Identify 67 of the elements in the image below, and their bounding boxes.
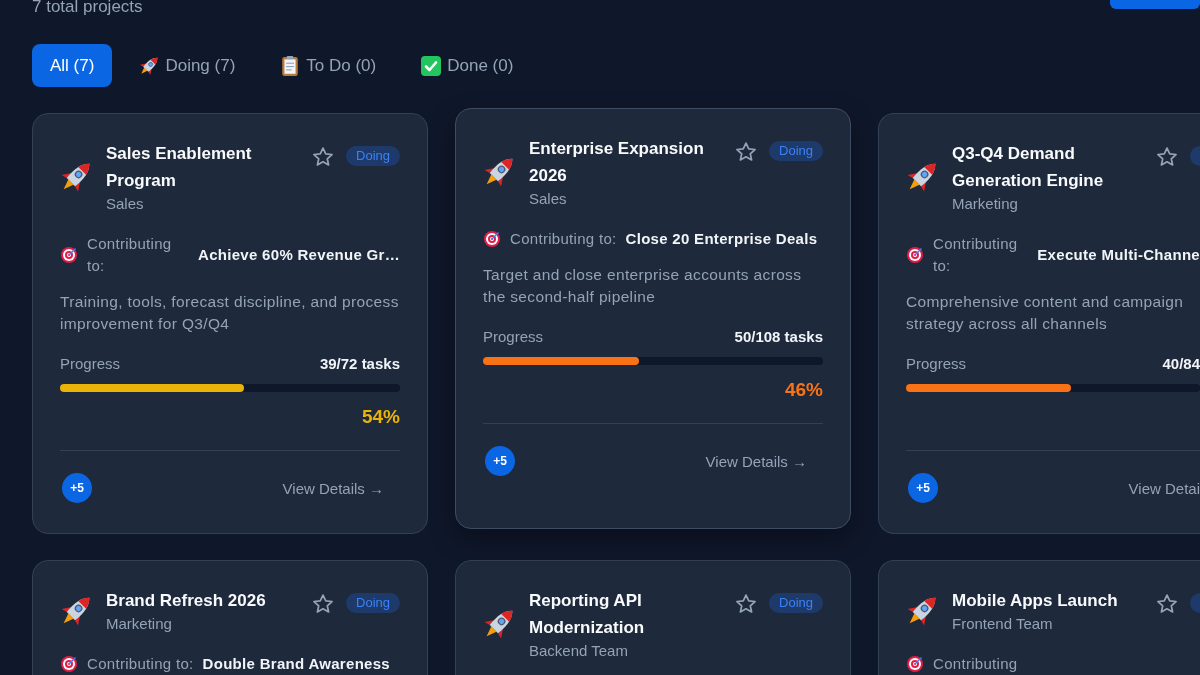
member-count: +5 (62, 473, 92, 503)
project-category: Backend Team (529, 641, 629, 661)
progress-label: Progress (60, 354, 121, 374)
project-category: Sales (106, 194, 145, 214)
goal-name: Double Brand Awareness (202, 654, 391, 674)
contribution-label: Contributing (933, 654, 1018, 674)
project-description: Target and close enterprise accounts across the second-half pipeline (483, 265, 803, 307)
project-title: Mobile Apps Launch (952, 590, 1119, 612)
status-badge: Doing (346, 593, 400, 613)
project-category: Marketing (952, 194, 1019, 214)
project-description: Training, tools, forecast discipline, and process improvement for Q3/Q4 (60, 292, 400, 334)
contribution-label: Contributing to: (87, 654, 194, 674)
star-icon[interactable] (736, 593, 757, 613)
rocket-icon (483, 156, 515, 188)
status-badge: Doing (346, 146, 400, 166)
star-icon[interactable] (736, 141, 757, 161)
target-icon (906, 246, 924, 264)
rocket-icon (60, 161, 92, 193)
rocket-icon (139, 55, 160, 76)
target-icon (483, 230, 501, 248)
project-title: Reporting API Modernization (529, 590, 646, 639)
progress-label: Progress (906, 354, 967, 374)
view-details-link[interactable]: View Details → (266, 473, 400, 503)
project-title: Enterprise Expansion 2026 (529, 138, 705, 187)
member-count: +5 (485, 446, 515, 476)
goal-name: Close 20 Enterprise Deals (625, 229, 818, 249)
star-icon[interactable] (313, 146, 334, 166)
project-category: Frontend Team (952, 614, 1054, 634)
filter-tab[interactable]: Done (0) (403, 44, 532, 87)
project-title: Brand Refresh 2026 (106, 590, 267, 612)
task-count: 39/72 tasks (319, 354, 400, 374)
target-icon (60, 655, 78, 673)
goal-name: Achieve 60% Revenue Gr… (198, 245, 400, 265)
filter-tab[interactable]: To Do (0) (262, 44, 395, 87)
star-icon[interactable] (1157, 146, 1177, 166)
status-badge: Doing (769, 141, 823, 161)
status-badge (1190, 593, 1200, 613)
contribution-label: Contributing to: (87, 234, 173, 276)
project-title: Sales Enablement Program (106, 143, 253, 192)
rocket-icon (483, 608, 515, 640)
project-description: Comprehensive content and campaign strategy across all channels (906, 292, 1185, 334)
status-badge (1190, 146, 1200, 166)
contribution-label: Contributing to: (510, 229, 617, 249)
star-icon[interactable] (1157, 593, 1177, 613)
contribution-label: Contributing to: (933, 234, 1019, 276)
progress-percent: 46% (784, 378, 823, 402)
view-details-link[interactable]: View Detai (1112, 473, 1200, 503)
filter-tab[interactable]: Doing (7) (121, 44, 254, 87)
project-count: 7 total projects (32, 0, 143, 14)
progress-percent: 54% (361, 405, 400, 429)
task-count: 50/108 tasks (734, 327, 823, 347)
filter-tab[interactable]: All (7) (32, 44, 113, 87)
check-icon (421, 55, 442, 76)
target-icon (906, 655, 924, 673)
rocket-icon (906, 161, 938, 193)
project-category: Marketing (106, 614, 173, 634)
member-count: +5 (908, 473, 938, 503)
clipboard-icon (280, 55, 301, 76)
status-badge: Doing (769, 593, 823, 613)
progress-label: Progress (483, 327, 544, 347)
goal-name: Execute Multi-Channe (1037, 245, 1200, 265)
project-title: Q3-Q4 Demand Generation Engine (952, 143, 1105, 192)
target-icon (60, 246, 78, 264)
task-count: 40/84 (1162, 354, 1200, 374)
view-details-link[interactable]: View Details → (689, 446, 823, 476)
project-category: Sales (529, 189, 568, 209)
star-icon[interactable] (313, 593, 334, 613)
